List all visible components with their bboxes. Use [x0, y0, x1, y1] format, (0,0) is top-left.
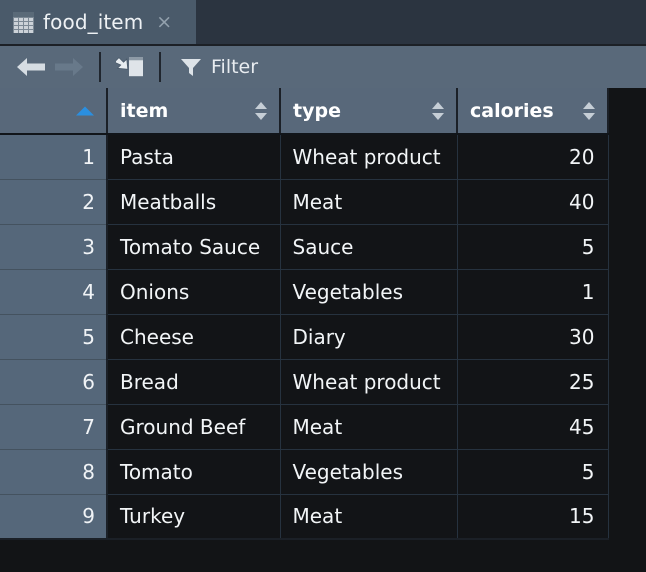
row-number-cell[interactable]: 4 [0, 269, 108, 315]
cell-calories[interactable]: 25 [457, 359, 609, 405]
funnel-icon [181, 59, 201, 76]
table-header: item type calories [0, 88, 609, 135]
cell-type[interactable]: Sauce [280, 224, 458, 270]
cell-calories[interactable]: 5 [457, 224, 609, 270]
tab-bar: food_item × [0, 0, 646, 44]
column-header-rownum[interactable] [0, 88, 108, 135]
toolbar-separator [159, 52, 161, 82]
cell-calories[interactable]: 5 [457, 449, 609, 495]
cell-type[interactable]: Meat [280, 179, 458, 225]
cell-item[interactable]: Cheese [107, 314, 281, 360]
row-number-cell[interactable]: 2 [0, 179, 108, 225]
cell-type[interactable]: Vegetables [280, 449, 458, 495]
filter-label: Filter [211, 56, 259, 78]
forward-button[interactable] [50, 50, 88, 84]
table-row[interactable]: 3 Tomato Sauce Sauce 5 [0, 224, 609, 270]
sort-toggle-icon[interactable] [255, 101, 268, 121]
row-number-cell[interactable]: 7 [0, 404, 108, 450]
row-number-cell[interactable]: 6 [0, 359, 108, 405]
table-row[interactable]: 9 Turkey Meat 15 [0, 494, 609, 540]
cell-item[interactable]: Ground Beef [107, 404, 281, 450]
tab-label: food_item [43, 10, 144, 34]
cell-type[interactable]: Meat [280, 494, 458, 540]
table-row[interactable]: 2 Meatballs Meat 40 [0, 179, 609, 225]
table-row[interactable]: 6 Bread Wheat product 25 [0, 359, 609, 405]
column-header-item-label: item [120, 99, 169, 122]
table-row[interactable]: 8 Tomato Vegetables 5 [0, 449, 609, 495]
cell-item[interactable]: Bread [107, 359, 281, 405]
cell-item[interactable]: Onions [107, 269, 281, 315]
cell-item[interactable]: Tomato Sauce [107, 224, 281, 270]
table-grid-icon [13, 11, 34, 33]
cell-calories[interactable]: 30 [457, 314, 609, 360]
cell-calories[interactable]: 45 [457, 404, 609, 450]
cell-type[interactable]: Vegetables [280, 269, 458, 315]
data-grid: item type calories 1 Pasta Wheat product 20… [0, 88, 646, 572]
table: item type calories 1 Pasta Wheat product 20… [0, 88, 609, 540]
table-row[interactable]: 1 Pasta Wheat product 20 [0, 134, 609, 180]
arrow-left-icon [17, 58, 45, 76]
cell-type[interactable]: Wheat product [280, 359, 458, 405]
cell-calories[interactable]: 1 [457, 269, 609, 315]
cell-calories[interactable]: 40 [457, 179, 609, 225]
import-button[interactable] [112, 50, 148, 84]
header-row: item type calories [0, 88, 609, 135]
cell-type[interactable]: Meat [280, 404, 458, 450]
column-header-type-label: type [293, 99, 341, 122]
column-header-item[interactable]: item [107, 88, 281, 135]
import-into-table-icon [116, 57, 143, 77]
sort-ascending-icon[interactable] [76, 106, 94, 115]
sort-toggle-icon[interactable] [432, 101, 445, 121]
filter-button[interactable]: Filter [174, 50, 264, 84]
cell-item[interactable]: Tomato [107, 449, 281, 495]
toolbar: Filter [0, 44, 646, 88]
row-number-cell[interactable]: 5 [0, 314, 108, 360]
cell-calories[interactable]: 15 [457, 494, 609, 540]
arrow-right-icon [55, 58, 83, 76]
cell-type[interactable]: Wheat product [280, 134, 458, 180]
row-number-cell[interactable]: 8 [0, 449, 108, 495]
table-body: 1 Pasta Wheat product 20 2 Meatballs Meat 40 3 To… [0, 134, 609, 540]
table-row[interactable]: 5 Cheese Diary 30 [0, 314, 609, 360]
cell-type[interactable]: Diary [280, 314, 458, 360]
close-icon[interactable]: × [154, 12, 174, 32]
tab-food-item[interactable]: food_item × [0, 0, 196, 44]
row-number-cell[interactable]: 3 [0, 224, 108, 270]
table-row[interactable]: 7 Ground Beef Meat 45 [0, 404, 609, 450]
column-header-type[interactable]: type [280, 88, 458, 135]
column-header-calories[interactable]: calories [457, 88, 609, 135]
cell-item[interactable]: Turkey [107, 494, 281, 540]
back-button[interactable] [12, 50, 50, 84]
row-number-cell[interactable]: 9 [0, 494, 108, 540]
toolbar-separator [99, 52, 101, 82]
cell-item[interactable]: Meatballs [107, 179, 281, 225]
cell-item[interactable]: Pasta [107, 134, 281, 180]
table-row[interactable]: 4 Onions Vegetables 1 [0, 269, 609, 315]
cell-calories[interactable]: 20 [457, 134, 609, 180]
sort-toggle-icon[interactable] [583, 101, 596, 121]
row-number-cell[interactable]: 1 [0, 134, 108, 180]
